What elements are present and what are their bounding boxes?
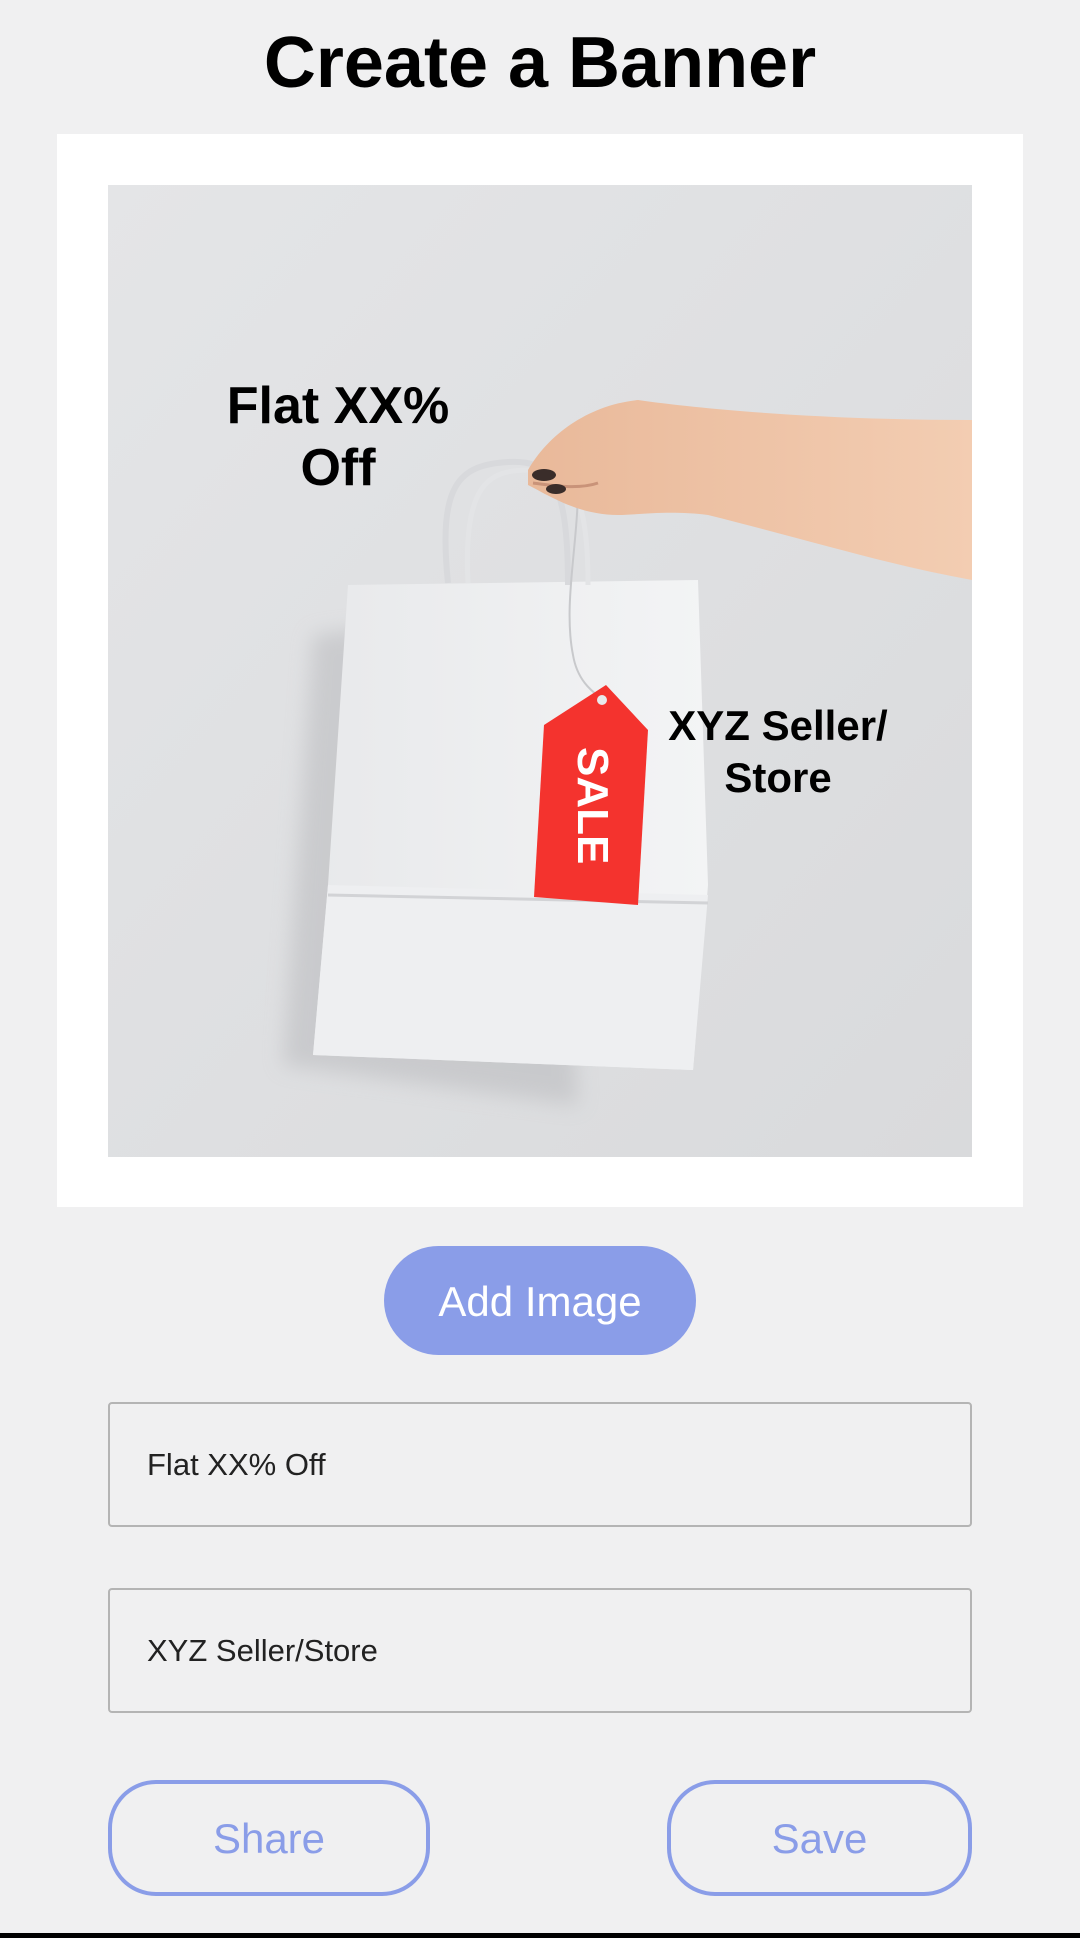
- bottom-edge-bar: [0, 1933, 1080, 1938]
- save-button[interactable]: Save: [667, 1780, 972, 1896]
- discount-input[interactable]: Flat XX% Off: [108, 1402, 972, 1527]
- banner-store-text: XYZ Seller/ Store: [668, 702, 888, 801]
- banner-image: SALE: [108, 185, 972, 1157]
- add-image-button[interactable]: Add Image: [384, 1246, 696, 1355]
- share-button[interactable]: Share: [108, 1780, 430, 1896]
- banner-discount-text: Flat XX% Off: [226, 377, 450, 497]
- banner-preview: SALE Flat XX% Off XYZ Seller/ Store: [108, 185, 972, 1157]
- page-title: Create a Banner: [263, 23, 817, 103]
- sale-tag-text: SALE: [568, 747, 617, 864]
- store-input[interactable]: XYZ Seller/Store: [108, 1588, 972, 1713]
